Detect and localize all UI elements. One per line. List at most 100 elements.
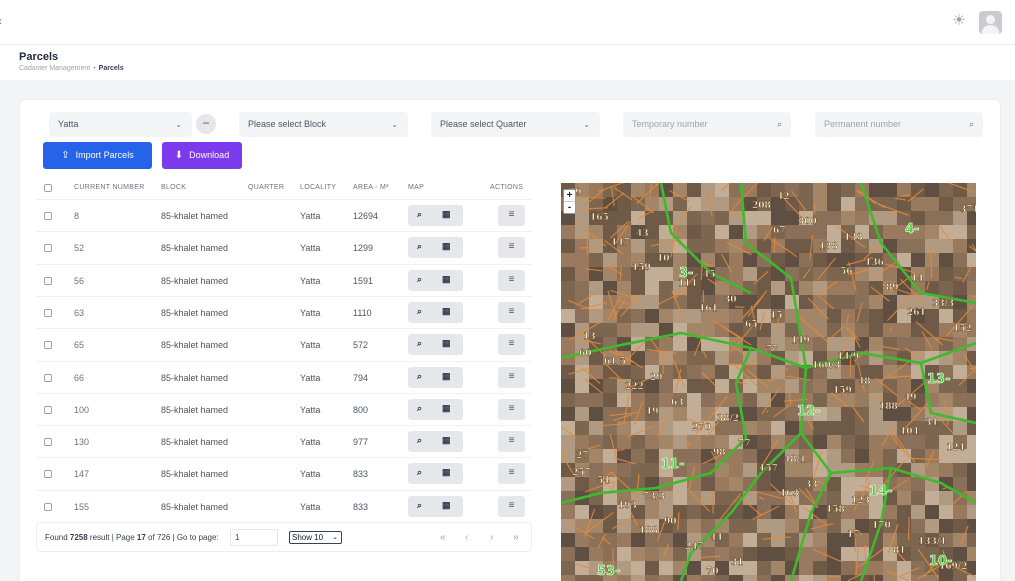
table-row[interactable]: 65 85-khalet hamed Yatta 572 ⌕ ▦ ≡ [36, 328, 532, 360]
row-checkbox[interactable] [44, 308, 52, 317]
row-checkbox[interactable] [44, 212, 52, 220]
zoom-to-parcel-icon[interactable]: ⌕ [417, 306, 422, 317]
map-tile [967, 407, 976, 421]
map-view-icon[interactable]: ▦ [442, 371, 451, 382]
table-row[interactable]: 8 85-khalet hamed Yatta 12694 ⌕ ▦ ≡ [36, 199, 532, 231]
zoom-to-parcel-icon[interactable]: ⌕ [417, 274, 422, 285]
row-actions-button[interactable]: ≡ [498, 366, 525, 388]
row-checkbox[interactable] [44, 373, 52, 382]
cell-current-number[interactable]: 65 [74, 340, 84, 350]
row-checkbox[interactable] [44, 341, 52, 350]
import-parcels-button[interactable]: ⇪ Import Parcels [43, 142, 152, 169]
table-row[interactable]: 130 85-khalet hamed Yatta 977 ⌕ ▦ ≡ [36, 425, 532, 457]
row-actions-button[interactable]: ≡ [498, 269, 525, 291]
cell-current-number[interactable]: 130 [74, 437, 89, 447]
cell-current-number[interactable]: 66 [74, 373, 84, 383]
table-row[interactable]: 52 85-khalet hamed Yatta 1299 ⌕ ▦ ≡ [36, 231, 532, 263]
zoom-in-button[interactable]: + [564, 190, 575, 202]
cell-current-number[interactable]: 100 [74, 405, 89, 415]
block-number-label: 13- [927, 372, 951, 387]
row-actions-button[interactable]: ≡ [498, 301, 525, 323]
map-view-icon[interactable]: ▦ [442, 338, 451, 349]
page-size-select[interactable]: Show 10 ⌄ [289, 531, 342, 544]
map-view-icon[interactable]: ▦ [442, 467, 451, 478]
row-actions-button[interactable]: ≡ [498, 237, 525, 259]
first-page-button[interactable]: « [440, 532, 446, 543]
column-header-current-number[interactable]: CURRENT NUMBER [74, 184, 145, 191]
map-tile [771, 281, 785, 295]
cell-current-number[interactable]: 8 [74, 211, 79, 221]
table-row[interactable]: 155 85-khalet hamed Yatta 833 ⌕ ▦ ≡ [36, 489, 532, 522]
map-tile [701, 393, 715, 407]
map-view-icon[interactable]: ▦ [442, 500, 451, 511]
previous-page-button[interactable]: ‹ [465, 532, 468, 543]
row-actions-button[interactable]: ≡ [498, 398, 525, 420]
table-row[interactable]: 147 85-khalet hamed Yatta 833 ⌕ ▦ ≡ [36, 457, 532, 489]
map-view-icon[interactable]: ▦ [442, 435, 451, 446]
map-view-icon[interactable]: ▦ [442, 306, 451, 317]
parcel-number-label: 33 [805, 480, 818, 490]
last-page-button[interactable]: » [513, 532, 519, 543]
zoom-to-parcel-icon[interactable]: ⌕ [417, 500, 422, 511]
zoom-to-parcel-icon[interactable]: ⌕ [417, 435, 422, 446]
map-view-icon[interactable]: ▦ [442, 274, 451, 285]
sun-icon[interactable]: ☀ [950, 12, 968, 30]
locality-select[interactable]: Yatta ⌄ [49, 112, 192, 137]
avatar[interactable] [979, 11, 1002, 34]
row-checkbox[interactable] [44, 438, 52, 447]
map-view-icon[interactable]: ▦ [442, 403, 451, 414]
row-actions-button[interactable]: ≡ [498, 431, 525, 453]
row-actions-button[interactable]: ≡ [498, 205, 525, 226]
select-all-checkbox[interactable] [44, 184, 52, 192]
zoom-to-parcel-icon[interactable]: ⌕ [417, 338, 422, 349]
zoom-to-parcel-icon[interactable]: ⌕ [417, 371, 422, 382]
zoom-to-parcel-icon[interactable]: ⌕ [417, 467, 422, 478]
zoom-to-parcel-icon[interactable]: ⌕ [417, 241, 422, 252]
column-header-quarter[interactable]: QUARTER [248, 184, 284, 191]
row-checkbox[interactable] [44, 276, 52, 285]
row-checkbox[interactable] [44, 470, 52, 479]
map-tile [813, 421, 827, 435]
parcel-map[interactable]: 3943451514/9492773/3444213314132938/248/… [561, 183, 976, 581]
breadcrumb-item-cadaster[interactable]: Cadaster Management [19, 65, 90, 72]
column-header-area[interactable]: AREA - M² [353, 184, 389, 191]
map-canvas[interactable]: 3943451514/9492773/3444213314132938/248/… [561, 183, 976, 581]
map-view-icon[interactable]: ▦ [442, 209, 451, 220]
zoom-out-button[interactable]: - [564, 202, 575, 214]
row-actions-button[interactable]: ≡ [498, 463, 525, 485]
map-tile [589, 239, 603, 253]
zoom-to-parcel-icon[interactable]: ⌕ [417, 209, 422, 220]
row-actions-button[interactable]: ≡ [498, 334, 525, 356]
cell-current-number[interactable]: 52 [74, 243, 84, 253]
map-tile [897, 379, 911, 393]
table-row[interactable]: 100 85-khalet hamed Yatta 800 ⌕ ▦ ≡ [36, 392, 532, 425]
zoom-to-parcel-icon[interactable]: ⌕ [417, 403, 422, 414]
clear-locality-button[interactable]: − [196, 114, 216, 134]
cell-current-number[interactable]: 147 [74, 469, 89, 479]
row-actions-button[interactable]: ≡ [498, 495, 525, 517]
cell-current-number[interactable]: 155 [74, 502, 89, 512]
map-view-icon[interactable]: ▦ [442, 241, 451, 252]
permanent-number-input[interactable]: Permanent number ⌕ [815, 112, 983, 137]
table-row[interactable]: 66 85-khalet hamed Yatta 794 ⌕ ▦ ≡ [36, 360, 532, 393]
quarter-select[interactable]: Please select Quarter ⌄ [431, 112, 600, 137]
next-page-button[interactable]: › [490, 532, 493, 543]
map-tile [827, 225, 841, 239]
goto-page-input[interactable]: 1 [230, 529, 278, 546]
temporary-number-input[interactable]: Temporary number ⌕ [623, 112, 791, 137]
row-checkbox[interactable] [44, 244, 52, 253]
cell-current-number[interactable]: 63 [74, 308, 84, 318]
chevron-left-icon[interactable]: ‹ [0, 14, 2, 28]
block-select[interactable]: Please select Block ⌄ [239, 112, 408, 137]
column-header-locality[interactable]: LOCALITY [300, 184, 336, 191]
map-tile [617, 253, 631, 267]
download-button[interactable]: ⬇ Download [162, 142, 242, 169]
map-tile [939, 575, 953, 581]
cell-current-number[interactable]: 56 [74, 276, 84, 286]
column-header-block[interactable]: BLOCK [161, 184, 186, 191]
row-checkbox[interactable] [44, 405, 52, 414]
table-row[interactable]: 56 85-khalet hamed Yatta 1591 ⌕ ▦ ≡ [36, 263, 532, 296]
map-tile [953, 575, 967, 581]
table-row[interactable]: 63 85-khalet hamed Yatta 1110 ⌕ ▦ ≡ [36, 295, 532, 328]
row-checkbox[interactable] [44, 502, 52, 511]
